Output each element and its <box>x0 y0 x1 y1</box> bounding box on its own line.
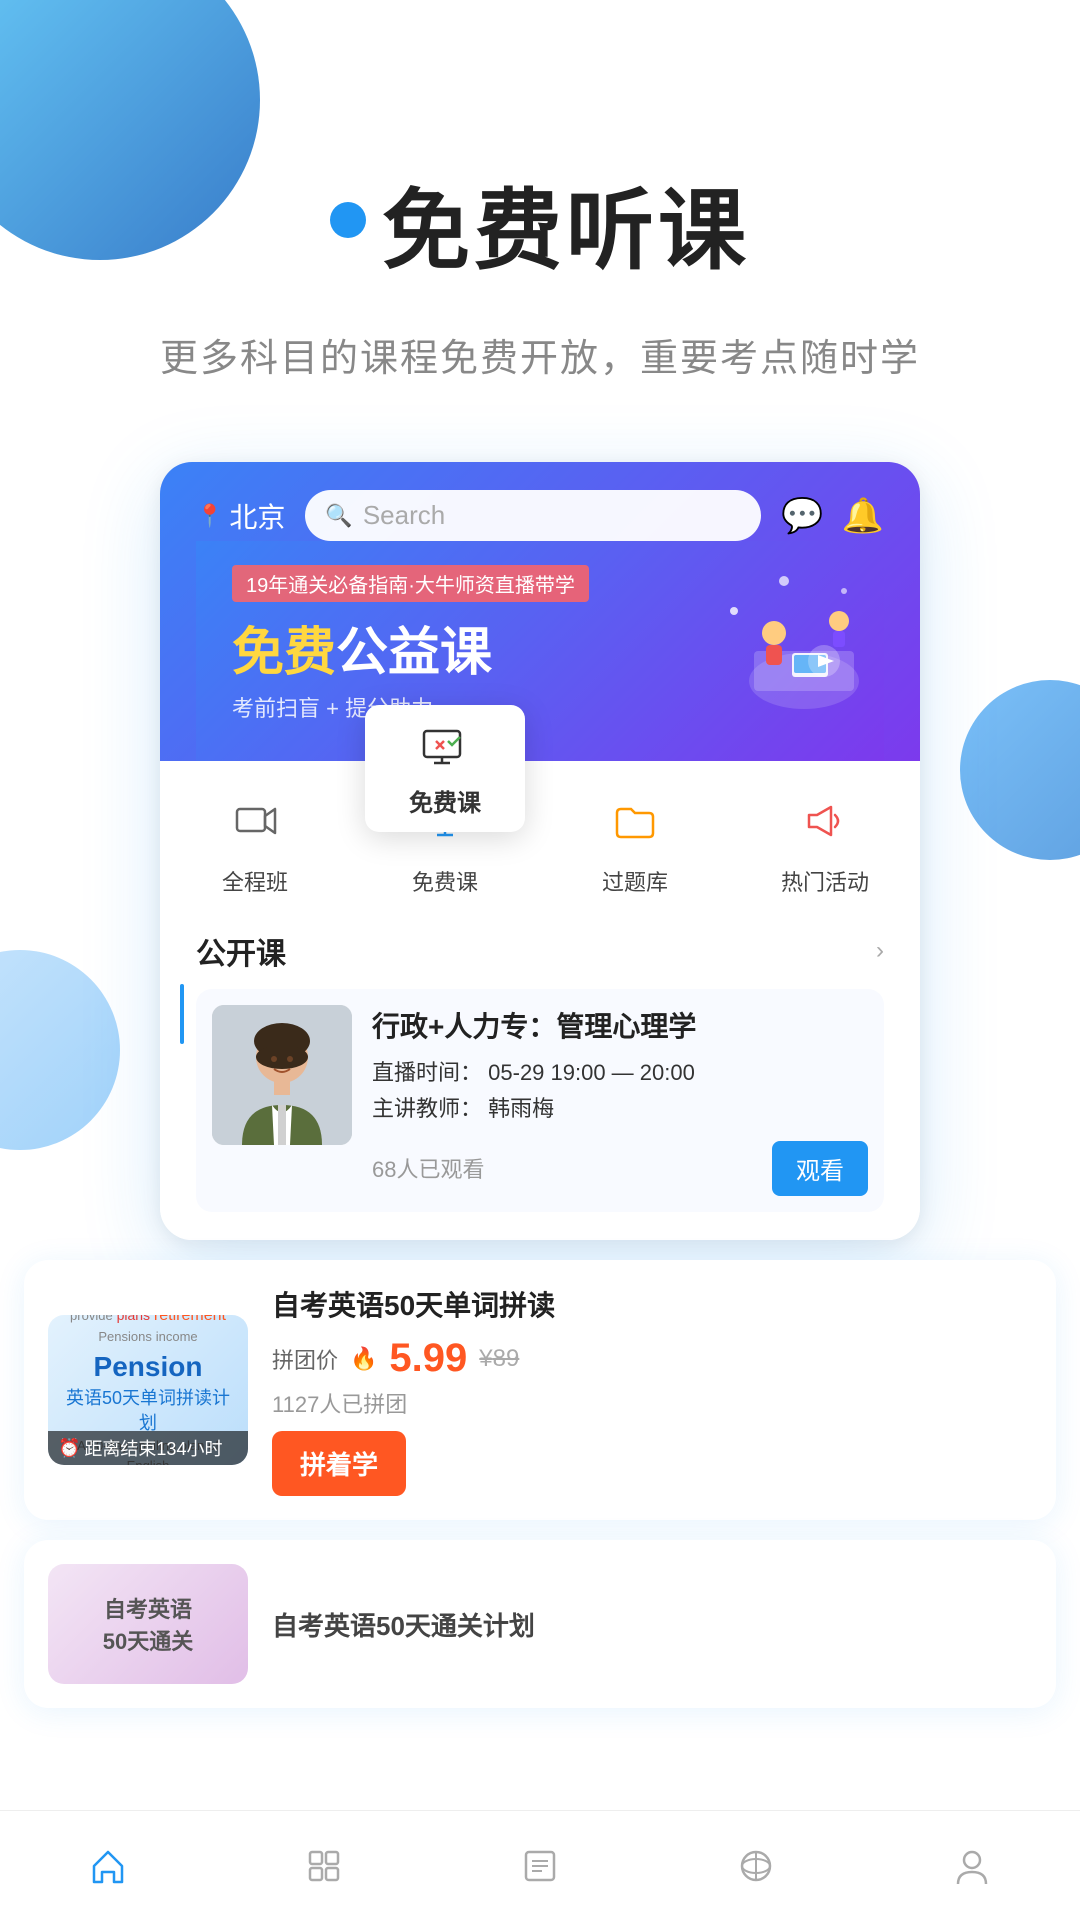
join-group-button[interactable]: 拼着学 <box>272 1431 406 1496</box>
bottom-nav-home[interactable] <box>0 1846 216 1886</box>
message-icon[interactable]: 💬 <box>781 496 823 536</box>
nav-item-question-bank[interactable]: 过题库 <box>540 785 730 897</box>
banner-illustration <box>684 561 864 721</box>
price-current: 5.99 <box>389 1336 467 1381</box>
banner-tag: 19年通关必备指南·大牛师资直播带学 <box>232 565 589 602</box>
product-thumb-1: provide plans retirement Pensions income… <box>48 1315 248 1465</box>
megaphone-icon <box>801 797 849 845</box>
bottom-nav-profile[interactable] <box>864 1846 1080 1886</box>
bottom-navigation <box>0 1810 1080 1920</box>
product-preview-title: 自考英语50天通关计划 <box>272 1606 1032 1643</box>
bottom-nav-discover[interactable] <box>648 1846 864 1886</box>
nav-item-hot-activity[interactable]: 热门活动 <box>730 785 920 897</box>
promo-banner: 19年通关必备指南·大牛师资直播带学 免费公益课 考前扫盲 + 提分助力 <box>196 541 884 761</box>
app-header: 📍 北京 🔍 Search 💬 🔔 19年通关必备指南·大牛师资直播带学 免费公… <box>160 462 920 761</box>
location-icon: 📍 <box>196 503 223 529</box>
header-icons: 💬 🔔 <box>781 496 884 536</box>
profile-icon <box>952 1846 992 1886</box>
course-card: 行政+人力专：管理心理学 直播时间： 05-29 19:00 — 20:00 主… <box>196 989 884 1212</box>
home-icon <box>88 1846 128 1886</box>
teacher-silhouette <box>212 1005 352 1145</box>
hero-section: 免费听课 更多科目的课程免费开放，重要考点随时学 <box>0 0 1080 422</box>
nav-icons: 全程班 免费课 <box>160 761 920 905</box>
nav-label-hot-activity: 热门活动 <box>781 865 869 897</box>
price-original: ¥89 <box>479 1345 519 1373</box>
indicator-bar <box>180 984 184 1044</box>
course-teacher: 主讲教师： 韩雨梅 <box>372 1091 868 1123</box>
section-title: 公开课 <box>196 929 286 973</box>
video-icon <box>231 797 279 845</box>
nav-item-free-course[interactable]: 免费课 免费课 <box>350 785 540 897</box>
list-icon <box>520 1846 560 1886</box>
free-course-popup-label: 免费课 <box>393 783 497 818</box>
product-preview-info: 自考英语50天通关计划 <box>272 1606 1032 1643</box>
bottom-nav-courses[interactable] <box>216 1846 432 1886</box>
section-header: 公开课 › <box>196 929 884 973</box>
location-label: 📍 北京 <box>196 496 285 536</box>
phone-mockup: 📍 北京 🔍 Search 💬 🔔 19年通关必备指南·大牛师资直播带学 免费公… <box>160 462 920 1240</box>
banner-highlight: 免费 <box>232 624 336 682</box>
product-title-1: 自考英语50天单词拼读 <box>272 1284 1032 1324</box>
hero-subtitle: 更多科目的课程免费开放，重要考点随时学 <box>0 327 1080 382</box>
nav-label-question-bank: 过题库 <box>602 865 668 897</box>
search-placeholder: Search <box>363 500 445 531</box>
nav-label-free-course: 免费课 <box>412 865 478 897</box>
bell-icon[interactable]: 🔔 <box>842 496 884 536</box>
product-preview-thumb: 自考英语50天通关 <box>48 1564 248 1684</box>
product-card-1: provide plans retirement Pensions income… <box>24 1260 1056 1520</box>
course-live-time: 直播时间： 05-29 19:00 — 20:00 <box>372 1055 868 1087</box>
nav-item-full-course[interactable]: 全程班 <box>160 785 350 897</box>
product-preview-thumb-text: 自考英语50天通关 <box>95 1584 201 1664</box>
folder-icon <box>611 797 659 845</box>
discover-icon <box>736 1846 776 1886</box>
price-label: 拼团价 <box>272 1343 338 1375</box>
grid-icon <box>304 1846 344 1886</box>
course-info: 行政+人力专：管理心理学 直播时间： 05-29 19:00 — 20:00 主… <box>372 1005 868 1196</box>
watch-button[interactable]: 观看 <box>772 1141 868 1196</box>
teacher-photo <box>212 1005 352 1145</box>
bg-decoration-circle-right <box>960 680 1080 860</box>
product-section: provide plans retirement Pensions income… <box>24 1260 1056 1708</box>
group-count: 1127人已拼团 <box>272 1387 1032 1419</box>
product-timer: ⏰ 距离结束134小时 <box>48 1431 248 1465</box>
bottom-nav-bank[interactable] <box>432 1846 648 1886</box>
product-card-2: 自考英语50天通关 自考英语50天通关计划 <box>24 1540 1056 1708</box>
free-course-popup-icon <box>393 725 497 777</box>
price-row: 拼团价 🔥 5.99 ¥89 <box>272 1336 1032 1381</box>
nav-label-full-course: 全程班 <box>222 865 288 897</box>
section-more-btn[interactable]: › <box>876 937 884 965</box>
hero-title: 免费听课 <box>382 160 750 287</box>
price-icon: 🔥 <box>350 1346 377 1372</box>
bg-decoration-circle-left-mid <box>0 950 120 1150</box>
course-title: 行政+人力专：管理心理学 <box>372 1005 868 1045</box>
search-bar[interactable]: 🔍 Search <box>305 490 761 541</box>
search-icon: 🔍 <box>325 503 352 529</box>
product-info-1: 自考英语50天单词拼读 拼团价 🔥 5.99 ¥89 1127人已拼团 拼着学 <box>272 1284 1032 1496</box>
public-course-section: 公开课 › <box>160 905 920 1240</box>
course-views: 68人已观看 <box>372 1152 484 1184</box>
hero-dot-decoration <box>330 202 366 238</box>
